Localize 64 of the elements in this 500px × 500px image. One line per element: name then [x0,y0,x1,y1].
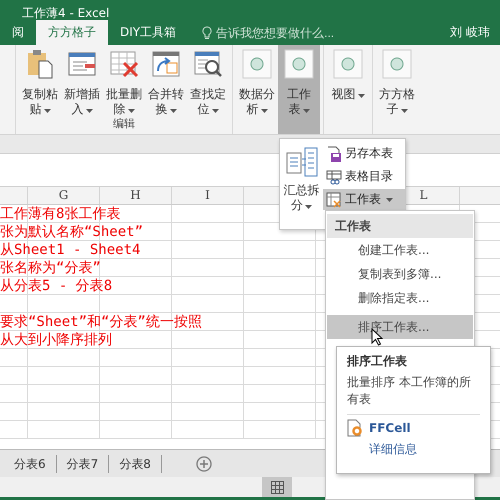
caret-icon [44,109,50,113]
cell-text: 要求“Sheet”和“分表”统一按照 [0,313,202,331]
sheet-tab[interactable]: 分表7 [56,454,110,472]
window-title: 工作薄4 - Excel [22,6,110,20]
save-icon [326,146,342,162]
ribbon-button[interactable]: 方方格 子 [376,45,418,134]
ribbon-button[interactable]: 数据分 析 [236,45,278,134]
menu-item[interactable]: 另存本表 [323,143,405,164]
cell-text: 从分表5 - 分表8 [0,277,112,295]
summary-split-button[interactable]: 汇总拆 分 [280,143,323,225]
ribbon-button[interactable]: 批量删 除 [103,45,145,117]
user-name[interactable]: 刘 岐玮 [450,24,500,41]
ribbon-tab[interactable]: DIY工具箱 [108,20,188,45]
group-label: 编辑 [112,117,136,131]
table-arrows-icon [151,49,181,79]
ribbon-button[interactable]: 查找定 位 [187,45,229,117]
clipboard-icon [25,49,55,79]
cell-text: 张为默认名称“Sheet” [0,223,144,241]
search-icon [193,49,223,79]
split-list-icon [286,147,318,177]
ribbon-tab[interactable]: 阅 [0,20,36,45]
lightbulb-icon [202,26,212,40]
ribbon-button[interactable]: 新增插 入 [61,45,103,117]
ribbon-button[interactable]: 合并转 换 [145,45,187,117]
tell-me-field[interactable]: 告诉我您想要做什么... [216,26,356,40]
caret-icon [260,109,268,113]
grid-icon [270,480,284,494]
cell-text: 从大到小降序排列 [0,331,112,349]
menu-header: 工作表 [327,214,473,238]
caret-icon [358,94,364,98]
menu-item[interactable]: 表格目录 [323,166,405,187]
grid-delete-icon [109,49,139,79]
caret-icon [302,109,310,113]
caret-icon [400,109,408,113]
view-button[interactable] [262,477,292,497]
caret-icon [212,109,218,113]
addin-name: FFCell [369,421,411,435]
cell-text: 从Sheet1 - Sheet4 [0,241,140,259]
add-sheet-icon[interactable] [196,456,212,472]
sheet-tab[interactable]: 分表8 [109,454,162,472]
table-link-icon [326,168,342,184]
ribbon-button[interactable]: 工作 表 [278,45,320,134]
column-header[interactable]: G [28,187,100,204]
tooltip-text: 批量排序 本工作簿的所有表 [347,374,480,415]
cell-text: 张名称为“分表” [0,259,101,277]
addin-gear-icon [347,419,363,437]
caret-icon [86,109,92,113]
ribbon-tab[interactable]: 方方格子 [36,20,108,45]
details-link[interactable]: 详细信息 [369,441,480,458]
menu-item[interactable]: 创建工作表... [327,238,473,262]
caret-icon [128,109,134,113]
sheet-tab[interactable]: 分表6 [4,454,57,472]
tooltip-title: 排序工作表 [347,353,408,370]
ribbon-button[interactable]: 复制粘 贴 [19,45,61,117]
column-header[interactable]: I [172,187,244,204]
menu-item[interactable]: 工作表 [323,189,405,210]
caret-icon [170,109,176,113]
ribbon-button[interactable]: 视图 [327,45,369,134]
menu-item[interactable]: 复制表到多簿... [327,262,473,286]
caret-icon [386,198,393,202]
column-header[interactable]: H [100,187,172,204]
menu-item[interactable]: 删除指定表... [327,286,473,310]
sheet-icon [326,192,342,208]
cell-text: 工作薄有8张工作表 [0,205,120,223]
